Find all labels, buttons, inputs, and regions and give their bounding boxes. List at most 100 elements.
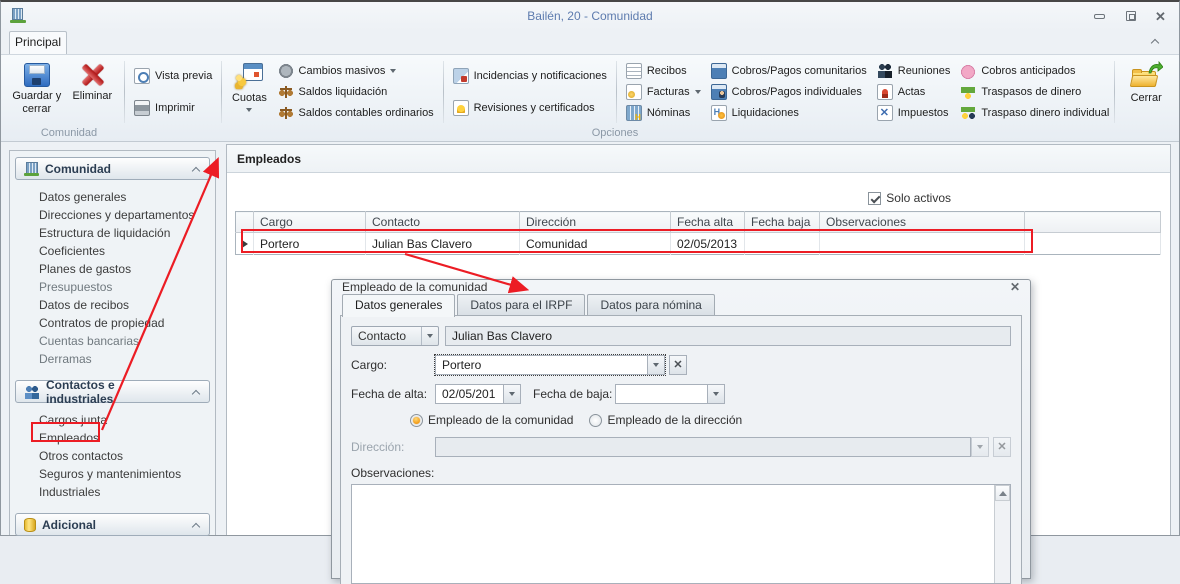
sidebar-item-contratos-propiedad[interactable]: Contratos de propiedad	[39, 314, 210, 332]
impuestos-button[interactable]: Impuestos	[877, 105, 951, 121]
ledger-coin-icon	[711, 105, 727, 121]
cobros-anticipados-button[interactable]: Cobros anticipados	[960, 63, 1109, 79]
tab-datos-irpf[interactable]: Datos para el IRPF	[457, 294, 585, 316]
sidebar-item-cargos-junta[interactable]: Cargos junta	[39, 411, 210, 429]
ribbon-separator	[124, 61, 125, 123]
fecha-alta-dropdown-button[interactable]	[503, 384, 521, 404]
dropdown-caret-icon	[421, 327, 438, 345]
sidebar-item-coeficientes[interactable]: Coeficientes	[39, 242, 210, 260]
radio-empleado-comunidad[interactable]: Empleado de la comunidad	[410, 413, 573, 427]
fecha-baja-label: Fecha de baja:	[533, 387, 615, 401]
cobros-pagos-comunitarios-button[interactable]: Cobros/Pagos comunitarios	[711, 63, 867, 79]
reuniones-button[interactable]: Reuniones	[877, 63, 951, 79]
solo-activos-checkbox[interactable]: Solo activos	[868, 191, 951, 205]
minimize-button[interactable]	[1093, 10, 1107, 22]
page-title: Empleados	[227, 145, 1170, 173]
observaciones-label: Observaciones:	[351, 466, 1011, 480]
ribbon-separator	[443, 61, 444, 123]
red-x-icon	[79, 63, 105, 87]
actas-button[interactable]: Actas	[877, 84, 951, 100]
sidebar-item-seguros[interactable]: Seguros y mantenimientos	[39, 465, 210, 483]
restore-button[interactable]	[1124, 10, 1138, 22]
direccion-label: Dirección:	[351, 440, 435, 454]
imprimir-button[interactable]: Imprimir	[134, 100, 212, 116]
vertical-scrollbar[interactable]	[994, 485, 1010, 583]
recibos-button[interactable]: Recibos	[626, 63, 701, 79]
cuotas-button[interactable]: Cuotas	[226, 59, 272, 125]
sidebar-item-derramas[interactable]: Derramas	[39, 350, 210, 368]
sidebar-item-planes-gastos[interactable]: Planes de gastos	[39, 260, 210, 278]
scroll-up-button[interactable]	[995, 485, 1010, 501]
column-header-filler	[1025, 212, 1161, 233]
saldos-liquidacion-button[interactable]: Saldos liquidación	[278, 84, 434, 100]
revisiones-button[interactable]: Revisiones y certificados	[453, 100, 607, 116]
column-header-observaciones[interactable]: Observaciones	[820, 212, 1025, 233]
sidebar-group-contactos[interactable]: Contactos e industriales	[15, 380, 210, 403]
vista-previa-button[interactable]: Vista previa	[134, 68, 212, 84]
sidebar-item-cuentas-bancarias[interactable]: Cuentas bancarias	[39, 332, 210, 350]
sidebar-item-estructura-liquidacion[interactable]: Estructura de liquidación	[39, 224, 210, 242]
dropdown-caret-icon	[509, 392, 515, 396]
column-header-cargo[interactable]: Cargo	[254, 212, 366, 233]
cargo-combobox[interactable]: Portero	[435, 355, 665, 375]
sidebar-item-presupuestos[interactable]: Presupuestos	[39, 278, 210, 296]
observaciones-textarea[interactable]	[351, 484, 1011, 584]
eliminar-button[interactable]: Eliminar	[65, 59, 121, 125]
row-indicator	[236, 233, 254, 255]
dialog-title-bar[interactable]: Empleado de la comunidad ✕	[332, 280, 1030, 294]
cargo-dropdown-button[interactable]	[647, 355, 665, 375]
tab-datos-generales[interactable]: Datos generales	[342, 294, 455, 317]
traspasos-dinero-button[interactable]: Traspasos de dinero	[960, 84, 1109, 100]
bell-document-icon	[453, 100, 469, 116]
sidebar-item-industriales[interactable]: Industriales	[39, 483, 210, 501]
dialog-content: Contacto Julian Bas Clavero Cargo: Porte…	[340, 315, 1022, 584]
fecha-baja-datepicker[interactable]	[615, 384, 725, 404]
sidebar: Comunidad Datos generales Direcciones y …	[9, 150, 216, 535]
cambios-masivos-button[interactable]: Cambios masivos	[278, 63, 434, 79]
dialog-close-button[interactable]: ✕	[1010, 280, 1020, 294]
printer-icon	[134, 100, 150, 116]
fecha-alta-datepicker[interactable]: 02/05/201	[435, 384, 521, 404]
table-row[interactable]: Portero Julian Bas Clavero Comunidad 02/…	[236, 233, 1161, 255]
payroll-grid-icon	[626, 105, 642, 121]
column-header-fecha-alta[interactable]: Fecha alta	[671, 212, 745, 233]
tab-principal[interactable]: Principal	[9, 31, 67, 54]
guardar-y-cerrar-button[interactable]: Guardar y cerrar	[9, 59, 65, 125]
close-button[interactable]: ✕	[1155, 10, 1169, 22]
receipt-icon	[626, 63, 642, 79]
sidebar-group-adicional[interactable]: Adicional	[15, 513, 210, 536]
scales-icon	[278, 105, 294, 121]
contacto-selector-dropdown[interactable]: Contacto	[351, 326, 439, 346]
cargo-clear-button[interactable]: ✕	[669, 355, 687, 375]
sidebar-group-comunidad[interactable]: Comunidad	[15, 157, 210, 180]
cobros-pagos-individuales-button[interactable]: Cobros/Pagos individuales	[711, 84, 867, 100]
sidebar-item-empleados[interactable]: Empleados	[39, 429, 210, 447]
triangle-up-icon	[999, 491, 1007, 496]
money-transfer-icon	[960, 84, 976, 100]
group-label-opciones: Opciones	[131, 127, 1099, 139]
facturas-button[interactable]: Facturas	[626, 84, 701, 100]
saldos-contables-button[interactable]: Saldos contables ordinarios	[278, 105, 434, 121]
sidebar-item-datos-recibos[interactable]: Datos de recibos	[39, 296, 210, 314]
traspaso-individual-button[interactable]: Traspaso dinero individual	[960, 105, 1109, 121]
radio-selected-icon	[410, 414, 423, 427]
calculator-icon	[711, 63, 727, 79]
sidebar-item-direcciones[interactable]: Direcciones y departamentos	[39, 206, 210, 224]
column-header-fecha-baja[interactable]: Fecha baja	[745, 212, 820, 233]
cerrar-button[interactable]: Cerrar	[1119, 59, 1173, 125]
nominas-button[interactable]: Nóminas	[626, 105, 701, 121]
ribbon-collapse-button[interactable]	[1149, 36, 1163, 48]
dropdown-caret-icon	[653, 363, 659, 367]
tab-datos-nomina[interactable]: Datos para nómina	[587, 294, 714, 316]
column-header-contacto[interactable]: Contacto	[366, 212, 520, 233]
liquidaciones-button[interactable]: Liquidaciones	[711, 105, 867, 121]
fecha-baja-dropdown-button[interactable]	[707, 384, 725, 404]
sidebar-item-datos-generales[interactable]: Datos generales	[39, 188, 210, 206]
radio-empleado-direccion[interactable]: Empleado de la dirección	[589, 413, 742, 427]
sidebar-item-otros-contactos[interactable]: Otros contactos	[39, 447, 210, 465]
cargo-label: Cargo:	[351, 358, 435, 372]
dropdown-caret-icon	[977, 445, 983, 449]
ribbon-separator	[616, 61, 617, 123]
incidencias-button[interactable]: Incidencias y notificaciones	[453, 68, 607, 84]
column-header-direccion[interactable]: Dirección	[520, 212, 671, 233]
